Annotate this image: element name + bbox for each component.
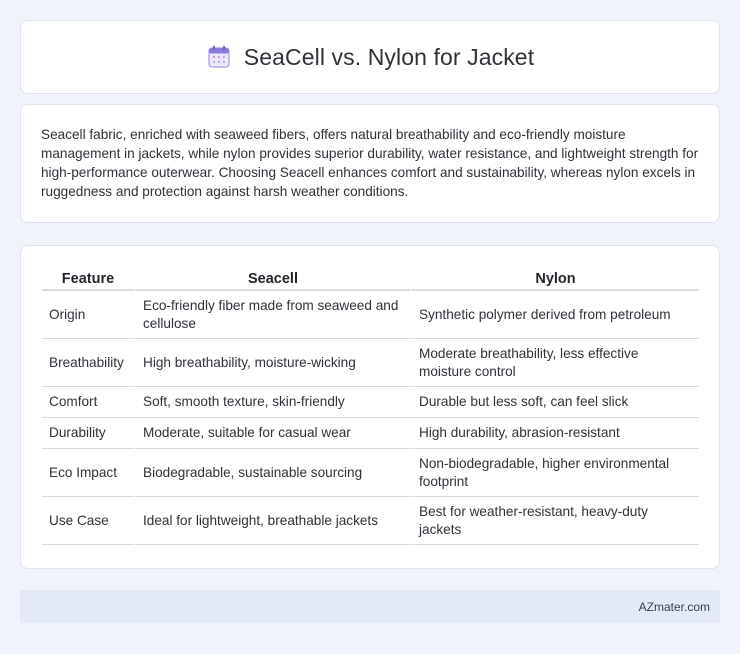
table-row: Origin Eco-friendly fiber made from seaw… [42,291,699,339]
table-header-row: Feature Seacell Nylon [42,266,699,291]
header-feature: Feature [42,266,134,291]
header-nylon: Nylon [410,266,699,291]
seacell-cell: Soft, smooth texture, skin-friendly [134,387,410,418]
seacell-cell: Biodegradable, sustainable sourcing [134,449,410,497]
seacell-cell: Ideal for lightweight, breathable jacket… [134,497,410,545]
header-seacell: Seacell [134,266,410,291]
title-wrap: SeaCell vs. Nylon for Jacket [206,44,534,71]
page-title: SeaCell vs. Nylon for Jacket [243,43,535,70]
feature-cell: Comfort [42,387,134,418]
feature-cell: Eco Impact [42,449,134,497]
seacell-cell: Eco-friendly fiber made from seaweed and… [134,291,410,339]
table-row: Use Case Ideal for lightweight, breathab… [42,497,699,545]
feature-cell: Origin [42,291,134,339]
nylon-cell: Non-biodegradable, higher environmental … [410,449,699,497]
table-row: Eco Impact Biodegradable, sustainable so… [42,449,699,497]
footer-bar: AZmater.com [20,590,720,623]
footer-brand: AZmater.com [638,599,710,614]
nylon-cell: Synthetic polymer derived from petroleum [410,291,699,339]
nylon-cell: Moderate breathability, less effective m… [410,339,699,387]
seacell-cell: Moderate, suitable for casual wear [134,418,410,449]
table-row: Comfort Soft, smooth texture, skin-frien… [42,387,699,418]
feature-cell: Use Case [42,497,134,545]
nylon-cell: High durability, abrasion-resistant [410,418,699,449]
table-row: Breathability High breathability, moistu… [42,339,699,387]
nylon-cell: Durable but less soft, can feel slick [410,387,699,418]
description-text: Seacell fabric, enriched with seaweed fi… [41,127,699,199]
feature-cell: Breathability [42,339,134,387]
title-card: SeaCell vs. Nylon for Jacket [20,20,720,94]
feature-cell: Durability [42,418,134,449]
comparison-card: Feature Seacell Nylon Origin Eco-friendl… [20,245,720,569]
calendar-icon [206,44,232,70]
seacell-cell: High breathability, moisture-wicking [134,339,410,387]
comparison-table: Feature Seacell Nylon Origin Eco-friendl… [42,266,699,545]
table-row: Durability Moderate, suitable for casual… [42,418,699,449]
description-card: Seacell fabric, enriched with seaweed fi… [20,104,720,223]
nylon-cell: Best for weather-resistant, heavy-duty j… [410,497,699,545]
